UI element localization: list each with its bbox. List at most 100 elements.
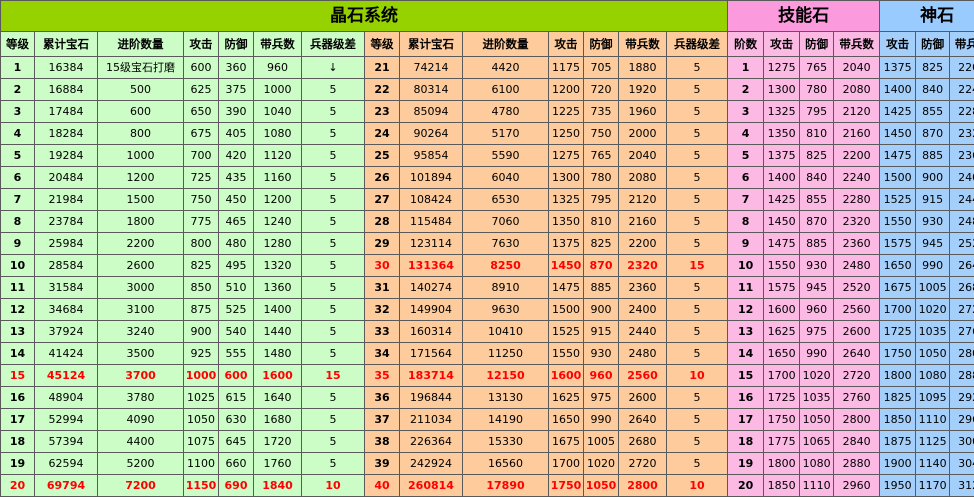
crystal-left-cell: 750 — [184, 189, 219, 211]
crystal-left-cell: 3500 — [98, 343, 184, 365]
crystal-right-cell: 95854 — [400, 145, 463, 167]
crystal-left-cell: 630 — [219, 409, 254, 431]
crystal-left-cell: 37924 — [35, 321, 98, 343]
crystal-left-cell: 555 — [219, 343, 254, 365]
crystal-right-cell: 2400 — [619, 299, 667, 321]
crystal-left-cell: 5 — [302, 277, 365, 299]
crystal-right-cell: 1525 — [549, 321, 584, 343]
crystal-left-cell: 3 — [1, 101, 35, 123]
crystal-left-cell: 375 — [219, 79, 254, 101]
god-stone-cell: 2640 — [950, 255, 974, 277]
skill-stone-cell: 765 — [800, 57, 834, 79]
crystal-left-cell: 5 — [302, 431, 365, 453]
crystal-right-cell: 6100 — [463, 79, 549, 101]
crystal-left-cell: 600 — [184, 57, 219, 79]
skill-stone-cell: 840 — [800, 167, 834, 189]
god-stone-cell: 900 — [916, 167, 950, 189]
skill-stone-cell: 8 — [728, 211, 764, 233]
crystal-left-cell: 360 — [219, 57, 254, 79]
crystal-right-cell: 1500 — [549, 299, 584, 321]
crystal-right-cell: 1020 — [584, 453, 619, 475]
crystal-right-cell: 23 — [365, 101, 400, 123]
skill-stone-cell: 1350 — [764, 123, 800, 145]
crystal-right-cell: 21 — [365, 57, 400, 79]
crystal-right-cell: 108424 — [400, 189, 463, 211]
crystal-right-cell: 5 — [667, 145, 728, 167]
crystal-left-cell: 6 — [1, 167, 35, 189]
god-stone-cell: 2400 — [950, 167, 974, 189]
crystal-right-cell: 36 — [365, 387, 400, 409]
skill-stone-cell: 2120 — [834, 101, 880, 123]
god-stone-cell: 2760 — [950, 321, 974, 343]
crystal-left-cell: 3700 — [98, 365, 184, 387]
god-stone-cell: 2280 — [950, 101, 974, 123]
crystal-right-cell: 1325 — [549, 189, 584, 211]
crystal-right-cell: 10410 — [463, 321, 549, 343]
crystal-right-cell: 750 — [584, 123, 619, 145]
crystal-left-cell: 5 — [302, 387, 365, 409]
crystal-right-cell: 720 — [584, 79, 619, 101]
crystal-left-cell: 8 — [1, 211, 35, 233]
crystal-right-cell: 211034 — [400, 409, 463, 431]
skill-stone-cell: 19 — [728, 453, 764, 475]
crystal-right-cell: 8250 — [463, 255, 549, 277]
crystal-left-cell: 5 — [1, 145, 35, 167]
header-right-5: 带兵数 — [619, 32, 667, 57]
header-right-3: 攻击 — [549, 32, 584, 57]
crystal-right-cell: 810 — [584, 211, 619, 233]
crystal-right-cell: 5 — [667, 189, 728, 211]
crystal-right-cell: 2120 — [619, 189, 667, 211]
crystal-right-cell: 5 — [667, 211, 728, 233]
crystal-left-cell: 1100 — [184, 453, 219, 475]
crystal-right-cell: 2600 — [619, 387, 667, 409]
crystal-right-cell: 24 — [365, 123, 400, 145]
skill-stone-cell: 2280 — [834, 189, 880, 211]
crystal-right-cell: 5 — [667, 453, 728, 475]
crystal-left-cell: 5 — [302, 233, 365, 255]
crystal-left-cell: 28584 — [35, 255, 98, 277]
skill-stone-cell: 5 — [728, 145, 764, 167]
crystal-left-cell: 875 — [184, 299, 219, 321]
table-row: 6204841200725435116052610189460401300780… — [1, 167, 974, 189]
crystal-right-cell: 1880 — [619, 57, 667, 79]
god-stone-cell: 825 — [916, 57, 950, 79]
crystal-left-cell: 600 — [219, 365, 254, 387]
table-row: 1648904378010256151640536196844131301625… — [1, 387, 974, 409]
skill-stone-cell: 1375 — [764, 145, 800, 167]
skill-stone-cell: 2360 — [834, 233, 880, 255]
crystal-left-cell: 12 — [1, 299, 35, 321]
crystal-left-cell: 5 — [302, 123, 365, 145]
header-left-1: 累计宝石 — [35, 32, 98, 57]
skill-stone-cell: 1475 — [764, 233, 800, 255]
crystal-left-cell: 5 — [302, 101, 365, 123]
crystal-right-cell: 915 — [584, 321, 619, 343]
crystal-right-cell: 1350 — [549, 211, 584, 233]
crystal-right-cell: 1960 — [619, 101, 667, 123]
skill-stone-cell: 1400 — [764, 167, 800, 189]
crystal-right-cell: 705 — [584, 57, 619, 79]
table-row: 1752994409010506301680537211034141901650… — [1, 409, 974, 431]
crystal-left-cell: 925 — [184, 343, 219, 365]
crystal-right-cell: 2360 — [619, 277, 667, 299]
crystal-right-cell: 1650 — [549, 409, 584, 431]
crystal-right-cell: 7060 — [463, 211, 549, 233]
table-row: 1962594520011006601760539242924165601700… — [1, 453, 974, 475]
crystal-right-cell: 35 — [365, 365, 400, 387]
skill-stone-cell: 1300 — [764, 79, 800, 101]
crystal-left-cell: 5 — [302, 167, 365, 189]
skill-stone-cell: 2760 — [834, 387, 880, 409]
skill-stone-cell: 2720 — [834, 365, 880, 387]
crystal-left-cell: 1480 — [254, 343, 302, 365]
crystal-right-cell: 1225 — [549, 101, 584, 123]
skill-stone-cell: 1080 — [800, 453, 834, 475]
skill-stone-cell: 1550 — [764, 255, 800, 277]
crystal-right-cell: 1275 — [549, 145, 584, 167]
skill-stone-cell: 960 — [800, 299, 834, 321]
skill-stone-cell: 2 — [728, 79, 764, 101]
crystal-left-cell: 5 — [302, 321, 365, 343]
skill-stone-cell: 1750 — [764, 409, 800, 431]
skill-stone-cell: 1600 — [764, 299, 800, 321]
table-row: 2168845006253751000522803146100120072019… — [1, 79, 974, 101]
crystal-left-cell: 435 — [219, 167, 254, 189]
crystal-left-cell: 48904 — [35, 387, 98, 409]
